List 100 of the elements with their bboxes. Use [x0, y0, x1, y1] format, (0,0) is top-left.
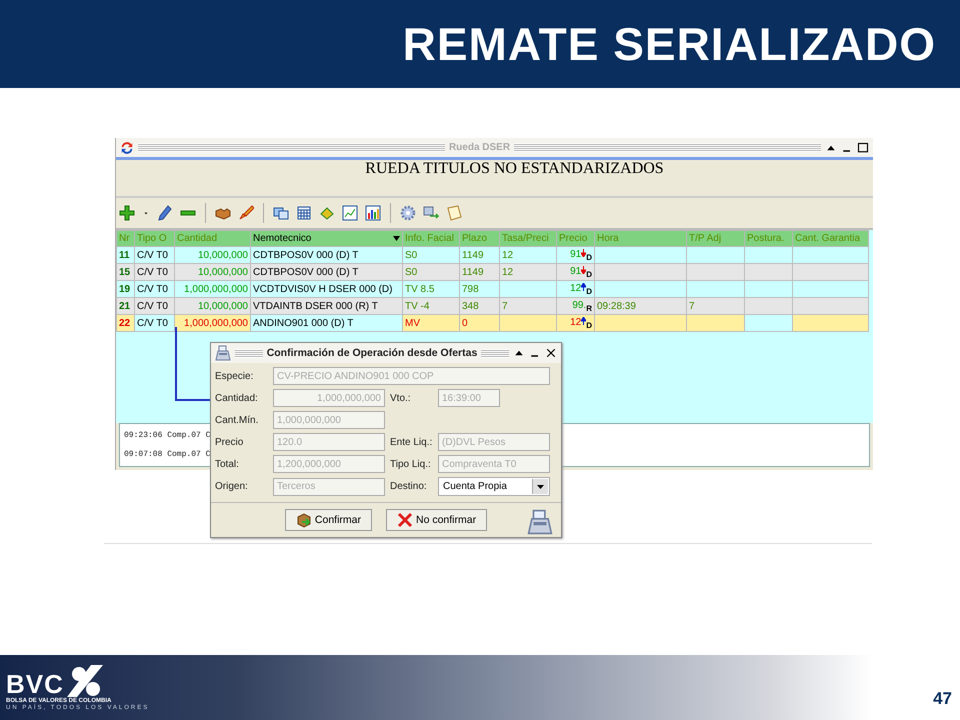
column-header[interactable]: Tasa/Preci [500, 230, 556, 246]
table-cell: 21 [116, 298, 134, 314]
flag-label: D [586, 252, 592, 262]
table-cell [686, 280, 744, 298]
sort-caret-icon[interactable] [393, 236, 400, 241]
page-number: 47 [933, 688, 952, 708]
maximize-icon[interactable] [857, 142, 869, 154]
table-cell: VCDTDVIS0V H DSER 000 (D) [250, 280, 402, 298]
grip-stripes [235, 348, 263, 358]
price-value: 99. [572, 300, 586, 310]
table-cell: 19 [116, 280, 134, 298]
log-line: 09:07:08 Comp.07 C [124, 450, 212, 459]
table-cell: 798 [460, 280, 500, 298]
line-chart-icon[interactable] [342, 205, 358, 221]
close-icon[interactable] [545, 347, 558, 359]
field-label: Cantidad: [215, 392, 259, 404]
field-label: Especie: [215, 370, 254, 382]
table-cell: 10,000,000 [174, 246, 250, 264]
flag-label: D [586, 320, 592, 330]
table-cell: 09:28:39 [594, 298, 686, 314]
column-header[interactable]: T/P Adj [686, 230, 744, 246]
transfer-icon[interactable] [423, 205, 439, 221]
flag-label: D [586, 270, 592, 278]
log-line: 09:23:06 Comp.07 C [124, 431, 212, 440]
cancel-button[interactable]: No confirmar [386, 509, 488, 531]
confirm-button[interactable]: Confirmar [284, 509, 372, 531]
logo-mark-icon [66, 664, 103, 696]
caret-icon[interactable] [537, 484, 544, 488]
column-header[interactable]: Info. Facial [402, 230, 460, 246]
table-cell: ANDINO901 000 (D) T [250, 314, 402, 332]
table-cell: 11 [116, 246, 134, 264]
table-cell: CDTBPOS0V 000 (D) T [250, 264, 402, 280]
logo-text: BVC [6, 670, 64, 696]
dropdown-field[interactable]: Cuenta Propia [438, 477, 550, 496]
table-cell: 12 [500, 246, 556, 264]
field-label: Origen: [215, 481, 249, 492]
table-cell [686, 264, 744, 280]
table-cell [744, 264, 792, 280]
table-cell: 1149 [460, 264, 500, 280]
window-heading: RUEDA TITULOS NO ESTANDARIZADOS [365, 160, 664, 179]
table-cell [686, 314, 744, 332]
price-value: 12 [570, 316, 582, 328]
plus-icon[interactable] [119, 205, 135, 221]
flag-label: D [586, 286, 592, 296]
cash-register-icon [527, 509, 553, 535]
column-header[interactable]: Cantidad [174, 230, 250, 246]
field-label: Destino: [390, 481, 428, 492]
table-cell: CDTBPOS0V 000 (D) T [250, 246, 402, 264]
column-header[interactable]: Hora [594, 230, 686, 246]
table-cell: 1,000,000,000 [174, 314, 250, 332]
column-header[interactable]: Nr [116, 230, 134, 246]
grip-stripes [481, 348, 510, 358]
bar-chart-icon[interactable] [365, 205, 381, 221]
calendar-icon[interactable] [296, 205, 312, 221]
price-value: 91 [570, 266, 582, 276]
column-header[interactable]: Plazo [460, 230, 500, 246]
table-cell: VTDAINTB DSER 000 (R) T [250, 298, 402, 314]
table-cell: TV -4 [402, 298, 460, 314]
table-cell [744, 298, 792, 314]
column-header[interactable]: Nemotecnico [250, 230, 402, 246]
table-cell [744, 246, 792, 264]
slide-title: REMATE SERIALIZADO [402, 17, 936, 71]
column-header[interactable]: Tipo O [134, 230, 174, 246]
table-cell: MV [402, 314, 460, 332]
table-cell: S0 [402, 264, 460, 280]
table-cell: C/V T0 [134, 280, 174, 298]
windows-icon[interactable] [273, 205, 289, 221]
window-title: Rueda DSER [448, 142, 510, 153]
field-label: Total: [215, 458, 240, 470]
table-cell: 15 [116, 264, 134, 280]
table-cell [744, 314, 792, 332]
gear-icon[interactable] [400, 205, 416, 221]
table-cell [744, 280, 792, 298]
field-label: Vto.: [390, 392, 412, 404]
flag-label: R [586, 304, 592, 312]
cash-register-icon [215, 345, 231, 361]
field-label: Ente Liq.: [390, 436, 434, 448]
note-icon[interactable] [446, 205, 462, 221]
table-cell: C/V T0 [134, 298, 174, 314]
table-cell: C/V T0 [134, 264, 174, 280]
column-header[interactable]: Precio [556, 230, 594, 246]
field-label: Tipo Liq.: [390, 458, 432, 470]
pencil-icon[interactable] [157, 205, 173, 221]
column-header[interactable]: Cant. Garantia [792, 230, 868, 246]
field-label: Precio [215, 436, 244, 448]
price-value: 12 [570, 282, 582, 294]
price-value: 91 [570, 248, 582, 260]
table-cell: 22 [116, 314, 134, 332]
arrows-icon [120, 140, 134, 154]
table-cell: 348 [460, 298, 500, 314]
table-cell: 12 [500, 264, 556, 280]
column-header[interactable]: Postura. [744, 230, 792, 246]
table-cell: C/V T0 [134, 314, 174, 332]
field-label: Cant.Mín. [215, 414, 260, 426]
table-cell: 1149 [460, 246, 500, 264]
table-cell: 7 [686, 298, 744, 314]
table-cell [686, 246, 744, 264]
table-cell: TV 8.5 [402, 280, 460, 298]
table-cell: 10,000,000 [174, 298, 250, 314]
table-cell: 7 [500, 298, 556, 314]
